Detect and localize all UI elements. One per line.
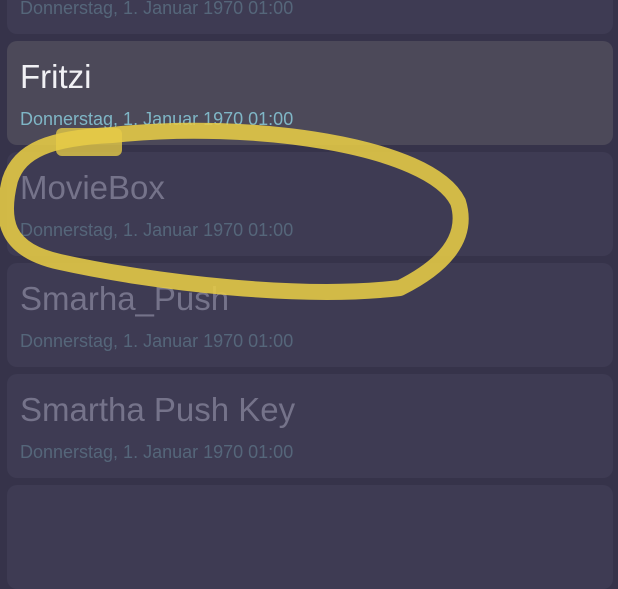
list-item[interactable] (7, 485, 613, 589)
list-item-name: Smarha_Push (20, 280, 230, 317)
list-item-date: Donnerstag, 1. Januar 1970 01:00 (20, 442, 294, 462)
list-item-name: Smartha Push Key (20, 391, 296, 428)
list-item-date: Donnerstag, 1. Januar 1970 01:00 (20, 331, 294, 351)
list-item-date: Donnerstag, 1. Januar 1970 01:00 (20, 220, 294, 240)
list-item-name: Fritzi (20, 58, 92, 95)
list-item-moviebox[interactable]: MovieBox Donnerstag, 1. Januar 1970 01:0… (7, 152, 613, 256)
device-list: Donnerstag, 1. Januar 1970 01:00 Fritzi … (0, 0, 618, 589)
list-item-fritzi[interactable]: Fritzi Donnerstag, 1. Januar 1970 01:00 (7, 41, 613, 145)
list-item-smarha-push[interactable]: Smarha_Push Donnerstag, 1. Januar 1970 0… (7, 263, 613, 367)
list-item-smartha-push-key[interactable]: Smartha Push Key Donnerstag, 1. Januar 1… (7, 374, 613, 478)
list-item[interactable]: Donnerstag, 1. Januar 1970 01:00 (7, 0, 613, 34)
list-item-date: Donnerstag, 1. Januar 1970 01:00 (20, 109, 294, 129)
list-item-name: MovieBox (20, 169, 165, 206)
list-item-date: Donnerstag, 1. Januar 1970 01:00 (20, 0, 294, 18)
